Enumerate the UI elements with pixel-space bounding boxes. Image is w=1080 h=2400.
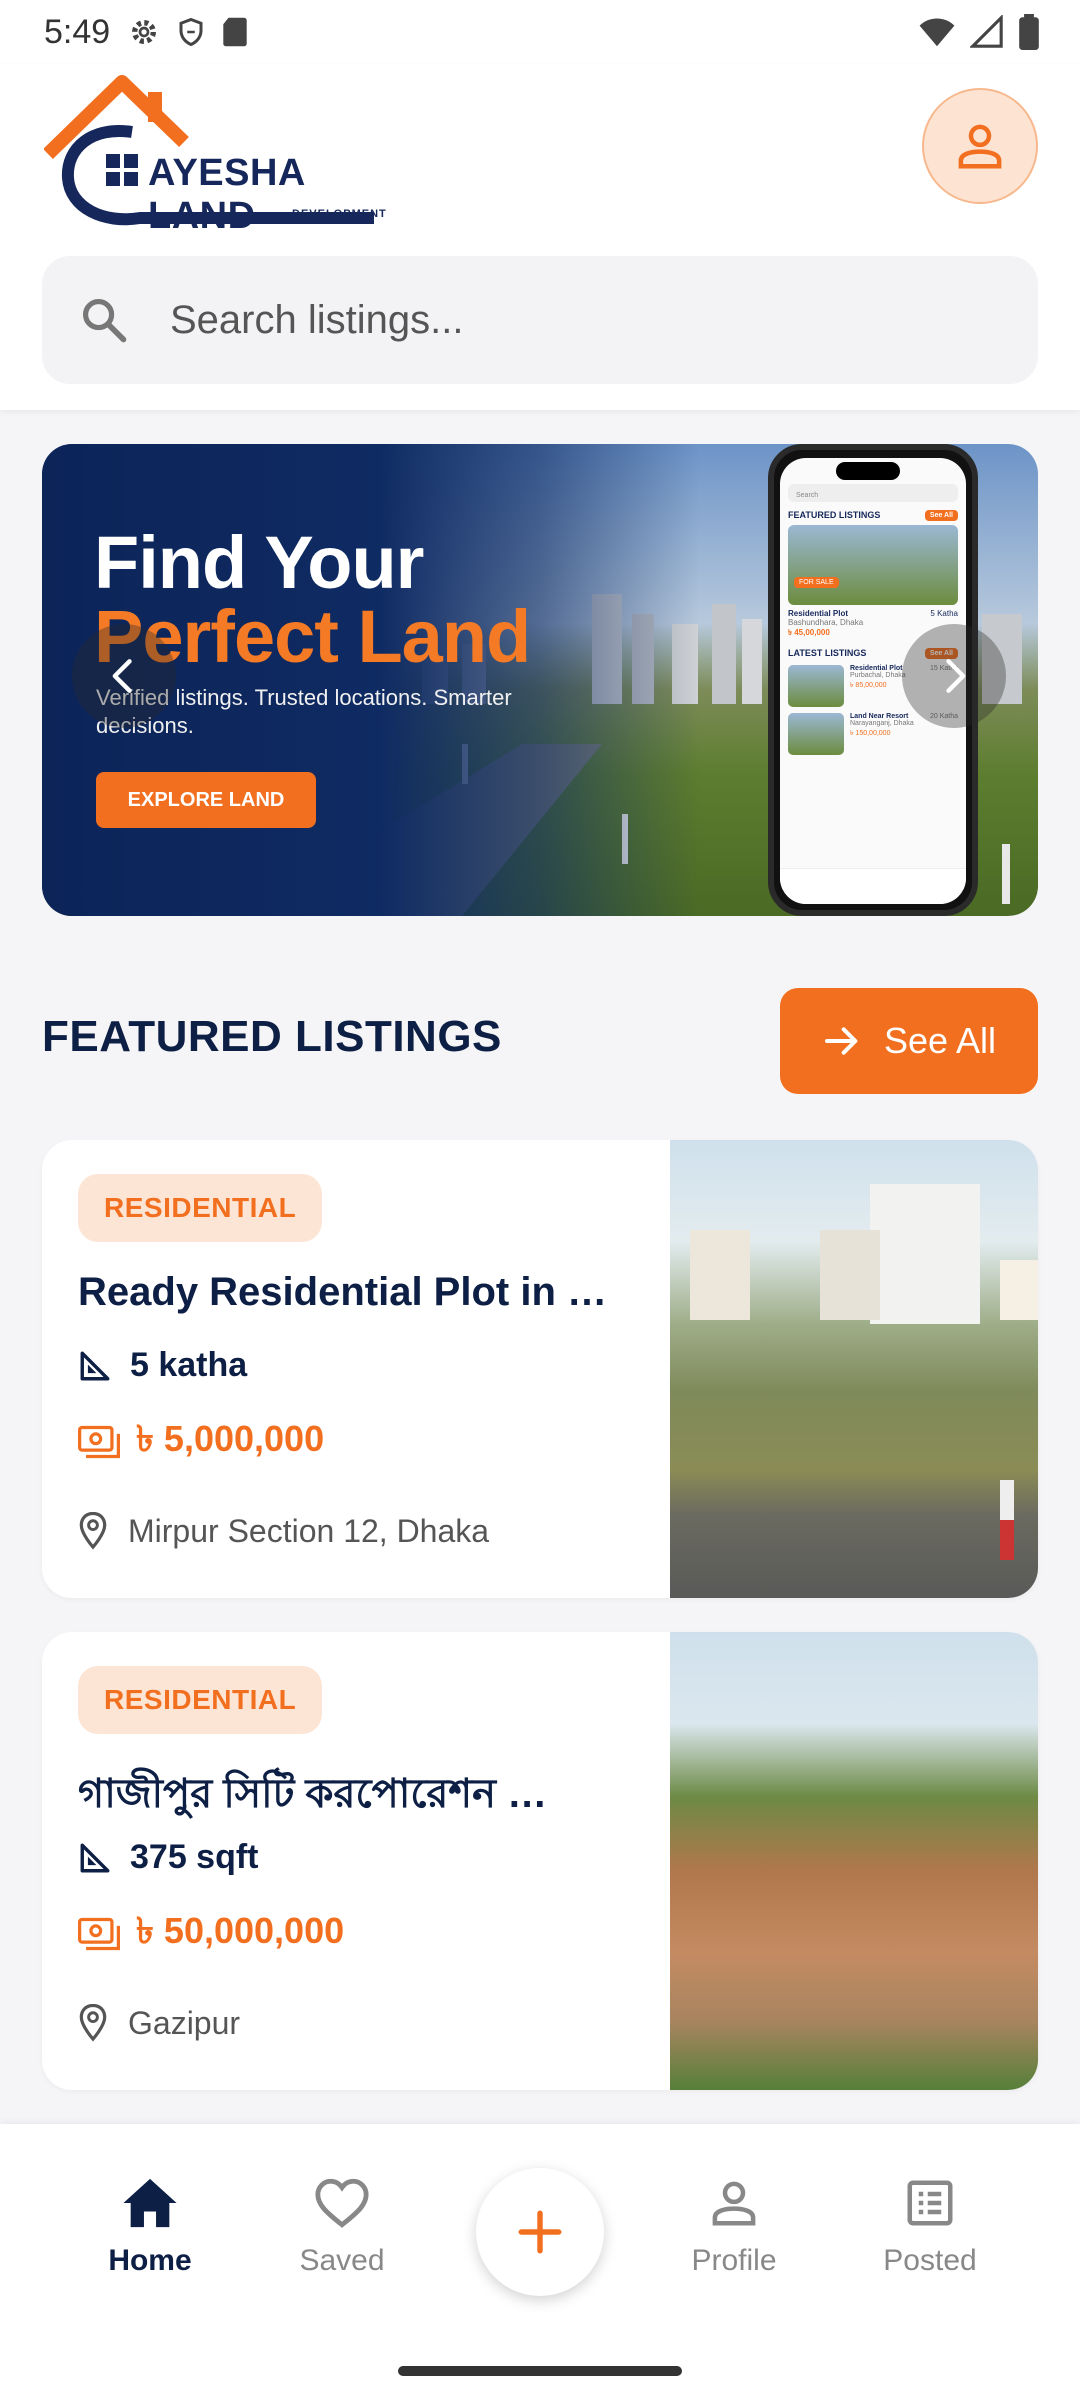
chevron-left-icon [112, 659, 132, 693]
nav-profile[interactable]: Profile [654, 2176, 814, 2278]
signal-icon [970, 15, 1003, 48]
ruler-icon [80, 1843, 110, 1872]
listing-price: ৳ 50,000,000 [78, 1904, 344, 1964]
listing-image [670, 1632, 1038, 2090]
listing-size-value: 375 sqft [130, 1838, 259, 1876]
phone-featured-image: FOR SALE [788, 525, 958, 605]
status-time: 5:49 [44, 12, 111, 51]
heart-icon [315, 2178, 369, 2228]
listing-size: 375 sqft [78, 1838, 259, 1877]
nav-home[interactable]: Home [70, 2176, 230, 2278]
explore-land-button[interactable]: EXPLORE LAND [96, 772, 316, 828]
listing-title: Ready Residential Plot in … [78, 1270, 608, 1314]
phone-search: Search [788, 484, 958, 502]
ruler-icon [80, 1351, 110, 1380]
shield-icon [179, 17, 203, 47]
location-pin-icon [79, 1512, 107, 1550]
search-input[interactable] [170, 297, 970, 343]
listing-card[interactable]: RESIDENTIAL গাজীপুর সিটি করপোরেশন … 375 … [42, 1632, 1038, 2090]
carousel-prev-button[interactable] [72, 624, 176, 728]
listing-card[interactable]: RESIDENTIAL Ready Residential Plot in … … [42, 1140, 1038, 1598]
listing-size: 5 katha [78, 1346, 247, 1385]
location-pin-icon [79, 2004, 107, 2042]
listing-location-value: Mirpur Section 12, Dhaka [128, 1512, 490, 1549]
user-icon [958, 124, 1002, 169]
listing-location-value: Gazipur [128, 2004, 241, 2041]
nav-posted-label: Posted [883, 2244, 977, 2277]
phone-nav [780, 868, 966, 904]
category-badge: RESIDENTIAL [78, 1666, 323, 1734]
nav-profile-label: Profile [691, 2244, 777, 2277]
gesture-home-indicator[interactable] [398, 2366, 682, 2376]
nav-saved[interactable]: Saved [262, 2176, 422, 2278]
arrow-right-icon [824, 1027, 858, 1055]
app-header: AYESHA LAND DEVELOPMENT [0, 64, 1080, 410]
listing-price-value: ৳ 50,000,000 [136, 1910, 345, 1951]
carousel-next-button[interactable] [902, 624, 1006, 728]
nav-saved-label: Saved [299, 2244, 385, 2277]
listing-location: Mirpur Section 12, Dhaka [78, 1512, 489, 1550]
promo-banner[interactable]: Find Your Perfect Land Verified listings… [42, 444, 1038, 916]
profile-avatar-button[interactable] [922, 88, 1038, 204]
chevron-right-icon [946, 659, 966, 693]
list-document-icon [907, 2180, 953, 2226]
ayesha-land-logo[interactable]: AYESHA LAND DEVELOPMENT [44, 68, 404, 237]
see-all-button[interactable]: See All [780, 988, 1038, 1094]
search-icon [82, 298, 127, 343]
see-all-label: See All [883, 1020, 997, 1061]
status-bar: 5:49 [0, 0, 1080, 64]
listing-location: Gazipur [78, 2004, 240, 2042]
featured-listings-title: FEATURED LISTINGS [42, 1012, 502, 1061]
banner-title-line1: Find Your [94, 521, 424, 604]
listing-image [670, 1140, 1038, 1598]
logo-subtitle: DEVELOPMENT [292, 208, 387, 220]
settings-icon [132, 20, 157, 44]
home-icon [123, 2178, 177, 2228]
status-icons-left [128, 16, 248, 48]
phone-notch [836, 462, 900, 480]
bottom-navigation: Home Saved Profile Posted [0, 2124, 1080, 2400]
cash-icon [78, 1425, 120, 1459]
phone-see-all: See All [924, 510, 958, 521]
nav-home-label: Home [108, 2244, 192, 2277]
sd-card-icon [223, 17, 247, 47]
listing-price: ৳ 5,000,000 [78, 1412, 324, 1472]
person-icon [712, 2181, 756, 2226]
category-badge: RESIDENTIAL [78, 1174, 323, 1242]
listing-price-value: ৳ 5,000,000 [136, 1418, 325, 1459]
search-bar[interactable] [42, 256, 1038, 384]
phone-latest-label: LATEST LISTINGS [788, 648, 867, 658]
status-icons-right [918, 14, 1040, 50]
add-listing-button[interactable] [476, 2168, 604, 2296]
phone-featured-label: FEATURED LISTINGS [788, 510, 881, 520]
plus-icon [518, 2210, 562, 2254]
wifi-icon [919, 18, 955, 47]
cash-icon [78, 1917, 120, 1951]
battery-icon [1019, 14, 1039, 50]
logo-name: AYESHA LAND [148, 152, 305, 237]
listing-title: গাজীপুর সিটি করপোরেশন … [78, 1772, 548, 1816]
nav-posted[interactable]: Posted [850, 2176, 1010, 2278]
listing-size-value: 5 katha [130, 1346, 248, 1384]
